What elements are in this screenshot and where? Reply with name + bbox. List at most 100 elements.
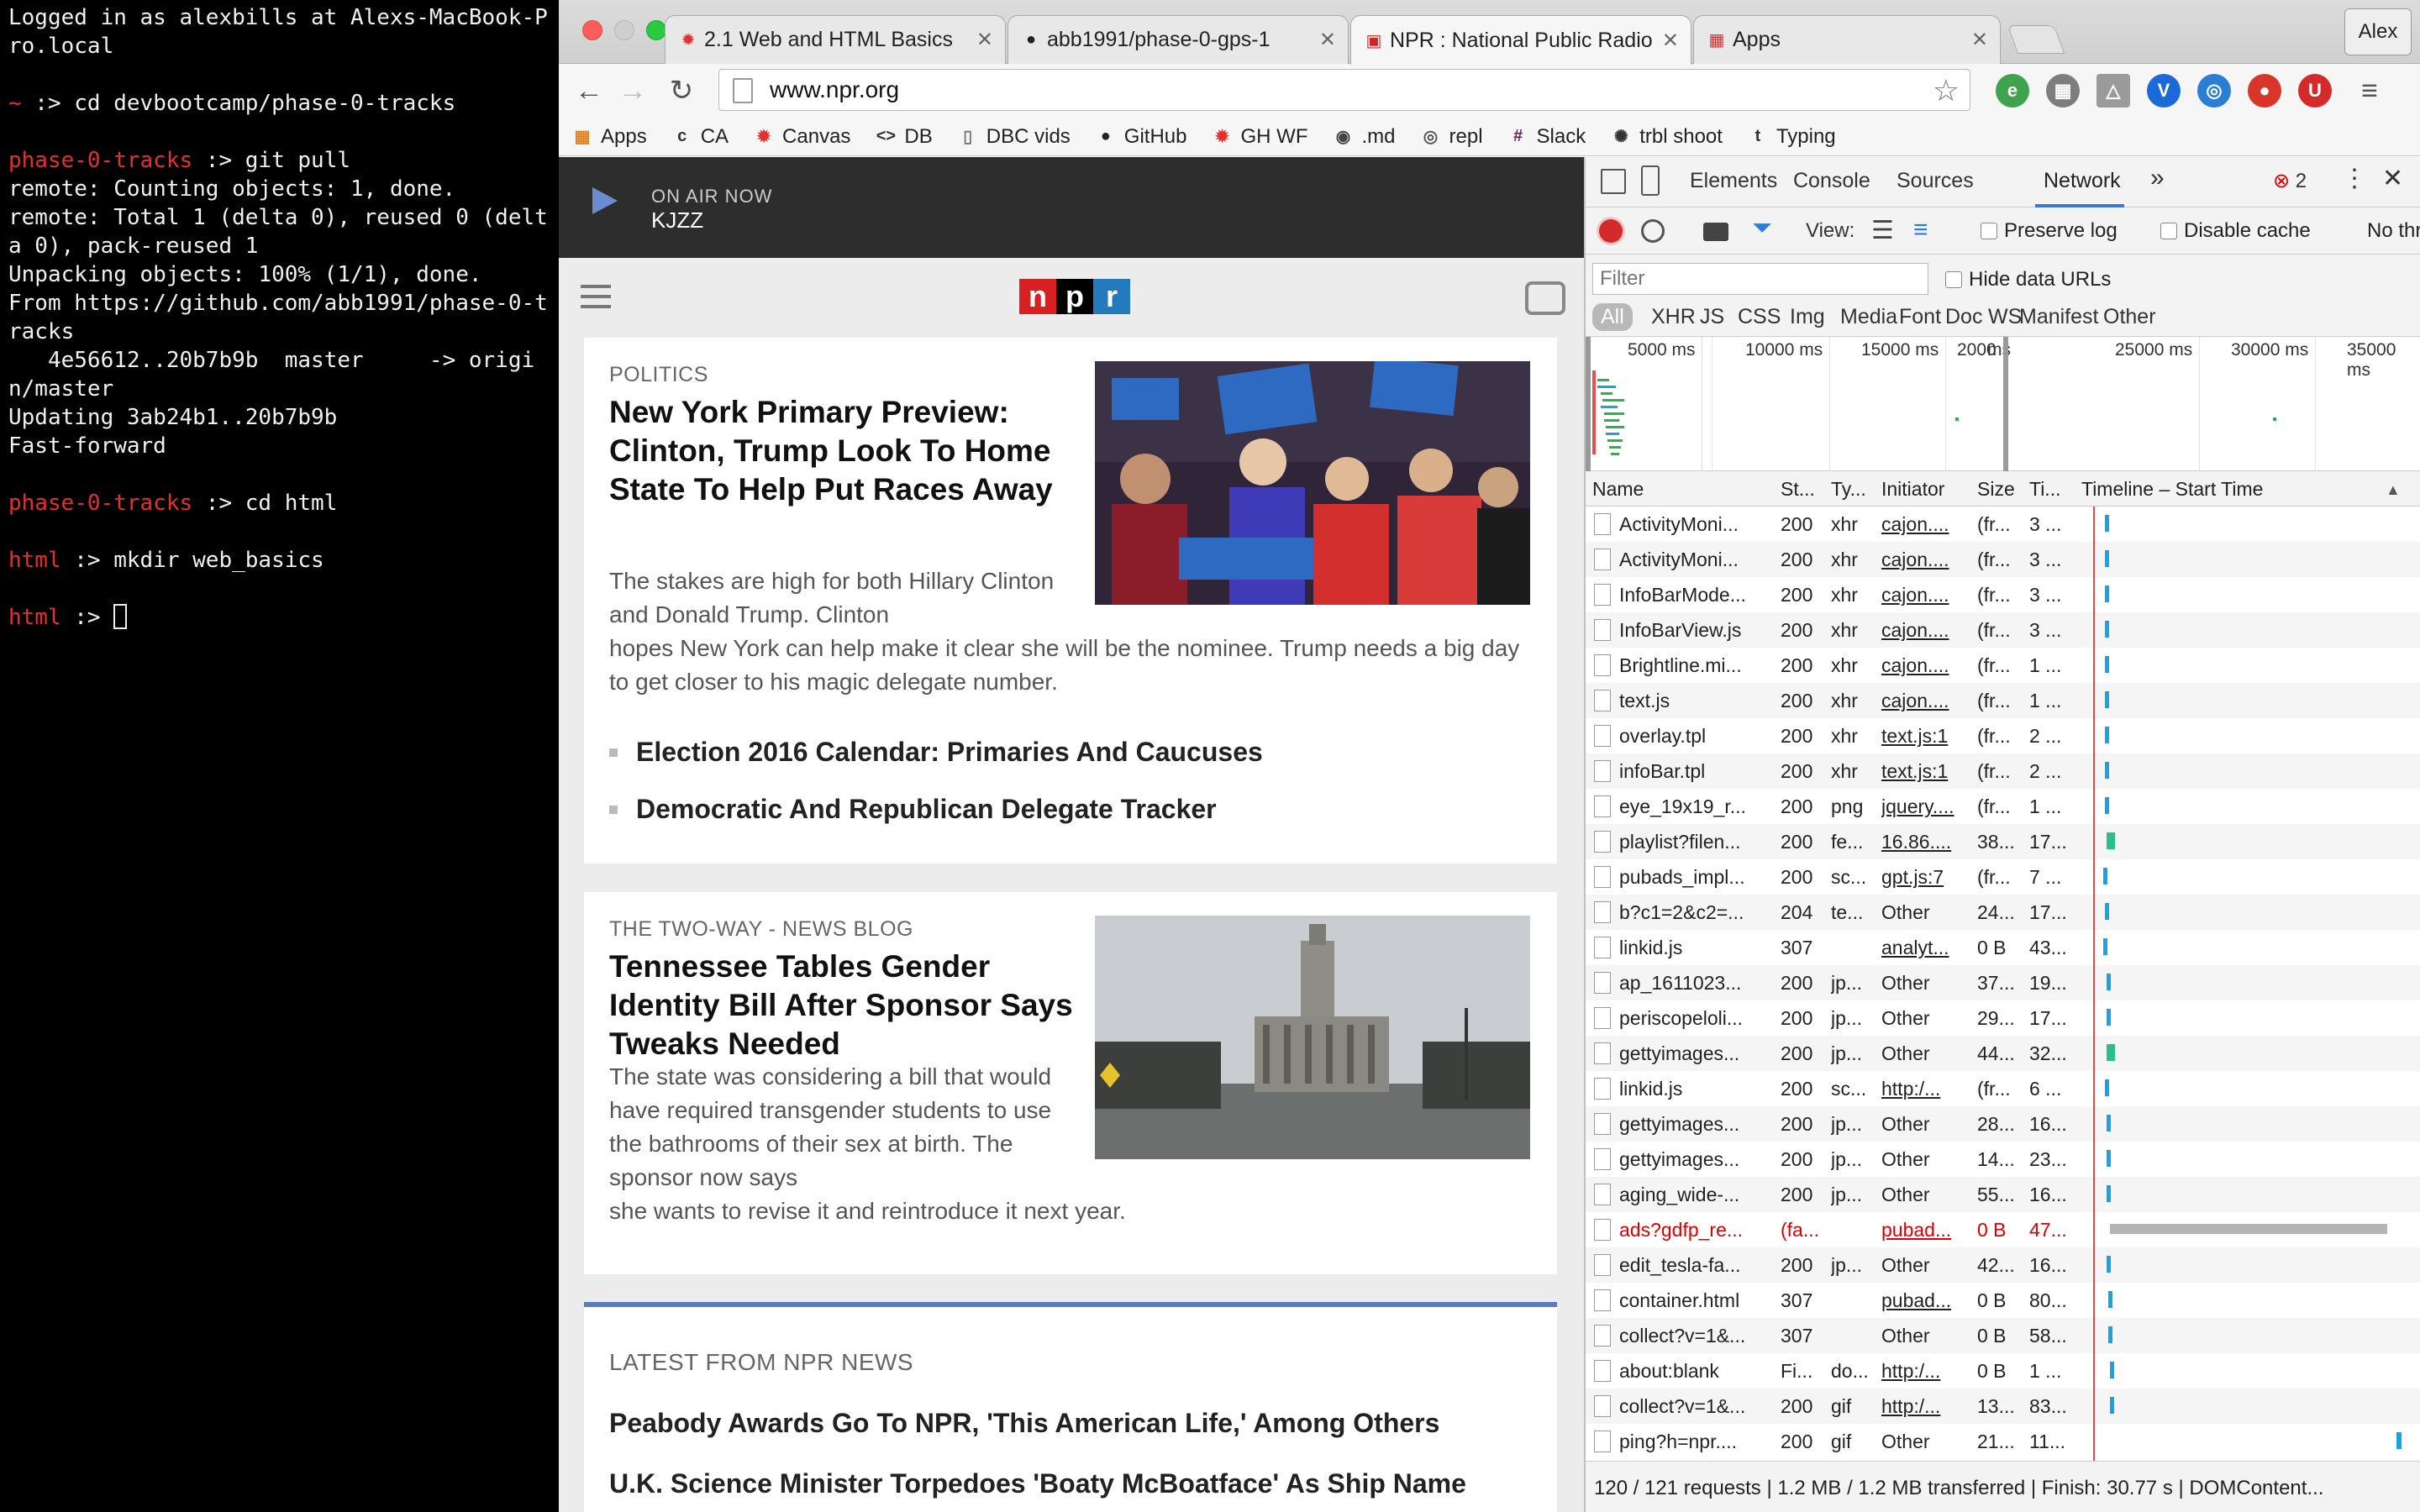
request-initiator[interactable]: text.js:1: [1881, 725, 1974, 748]
request-initiator[interactable]: Other: [1881, 1254, 1974, 1277]
bookmark-md[interactable]: ◉ .md: [1333, 125, 1396, 149]
target-extension-icon[interactable]: ◎: [2197, 74, 2231, 108]
network-request-row[interactable]: b?c1=2&c2=... 204 te... Other 24... 17...: [1586, 895, 2420, 930]
story-headline[interactable]: New York Primary Preview: Clinton, Trump…: [609, 393, 1080, 509]
type-filter-js[interactable]: JS: [1695, 303, 1729, 331]
network-request-row[interactable]: playlist?filen... 200 fe... 16.86.... 38... 1…: [1586, 824, 2420, 859]
evernote-extension-icon[interactable]: e: [1996, 74, 2029, 108]
type-filter-manifest[interactable]: Manifest: [2014, 303, 2103, 331]
request-initiator[interactable]: Other: [1881, 1431, 1974, 1453]
npr-logo[interactable]: n p r: [1019, 279, 1130, 314]
request-initiator[interactable]: Other: [1881, 972, 1974, 995]
request-initiator[interactable]: pubad...: [1881, 1219, 1974, 1242]
bookmark-star-icon[interactable]: ☆: [1933, 73, 1960, 108]
bookmark-trbl-shoot[interactable]: ✺ trbl shoot: [1611, 125, 1723, 149]
network-request-row[interactable]: overlay.tpl 200 xhr text.js:1 (fr... 2 ...: [1586, 718, 2420, 753]
network-request-list[interactable]: ActivityMoni... 200 xhr cajon.... (fr... 3 ..…: [1586, 507, 2420, 1461]
column-size[interactable]: Size: [1977, 478, 2028, 501]
network-request-row[interactable]: container.html 307 pubad... 0 B 80...: [1586, 1283, 2420, 1318]
close-window-button[interactable]: [582, 20, 602, 40]
network-request-row[interactable]: ping?h=npr.... 200 gif Other 21... 11...: [1586, 1424, 2420, 1459]
radio-icon[interactable]: [1525, 281, 1565, 315]
network-request-row[interactable]: ActivityMoni... 200 xhr cajon.... (fr... 3 ..…: [1586, 507, 2420, 542]
type-filter-all[interactable]: All: [1592, 303, 1633, 331]
network-request-row[interactable]: aging_wide-... 200 jp... Other 55... 16...: [1586, 1177, 2420, 1212]
request-initiator[interactable]: cajon....: [1881, 690, 1974, 712]
capture-screenshots-icon[interactable]: [1703, 223, 1728, 241]
throttling-select[interactable]: No thro: [2367, 219, 2420, 243]
related-link-delegate-tracker[interactable]: Democratic And Republican Delegate Track…: [609, 794, 1217, 825]
network-request-row[interactable]: collect?v=1&... 200 gif http:/... 13... 83...: [1586, 1389, 2420, 1424]
type-filter-font[interactable]: Font: [1894, 303, 1946, 331]
forward-button[interactable]: →: [614, 72, 651, 109]
network-request-row[interactable]: ActivityMoni... 200 xhr cajon.... (fr... 3 ..…: [1586, 542, 2420, 577]
network-request-row[interactable]: InfoBarView.js 200 xhr cajon.... (fr... 3 ...: [1586, 612, 2420, 648]
network-request-row[interactable]: text.js 200 xhr cajon.... (fr... 1 ...: [1586, 683, 2420, 718]
request-initiator[interactable]: gpt.js:7: [1881, 866, 1974, 889]
inspect-element-icon[interactable]: [1601, 169, 1626, 194]
network-request-row[interactable]: pubads_impl... 200 sc... gpt.js:7 (fr... 7 ..…: [1586, 859, 2420, 895]
network-request-row[interactable]: ap_1611023... 200 jp... Other 37... 19...: [1586, 965, 2420, 1000]
bookmark-typing[interactable]: t Typing: [1748, 125, 1836, 149]
bookmark-db[interactable]: <> DB: [876, 125, 933, 149]
bookmark-gh-wf[interactable]: ✹ GH WF: [1213, 125, 1307, 149]
bookmark-canvas[interactable]: ✹ Canvas: [754, 125, 851, 149]
clear-icon[interactable]: [1641, 219, 1665, 243]
request-initiator[interactable]: jquery....: [1881, 795, 1974, 818]
filter-icon[interactable]: ⏷: [1752, 214, 1772, 243]
column-status[interactable]: St...: [1781, 478, 1828, 501]
hide-data-urls-checkbox[interactable]: Hide data URLs: [1945, 268, 2111, 291]
large-rows-icon[interactable]: ☰: [1871, 216, 1894, 245]
request-initiator[interactable]: Other: [1881, 1007, 1974, 1030]
bookmark-github[interactable]: ● GitHub: [1096, 125, 1187, 149]
network-request-row[interactable]: ads?gdfp_re... (fa... pubad... 0 B 47...: [1586, 1212, 2420, 1247]
network-request-row[interactable]: periscopeloli... 200 jp... Other 29... 17...: [1586, 1000, 2420, 1036]
adblock-extension-icon[interactable]: U: [2298, 74, 2332, 108]
request-initiator[interactable]: cajon....: [1881, 549, 1974, 571]
request-initiator[interactable]: http:/...: [1881, 1395, 1974, 1418]
request-initiator[interactable]: pubad...: [1881, 1289, 1974, 1312]
request-initiator[interactable]: Other: [1881, 1148, 1974, 1171]
type-filter-media[interactable]: Media: [1835, 303, 1902, 331]
tab-4[interactable]: ▦ Apps ✕: [1693, 15, 2001, 64]
network-request-row[interactable]: InfoBarMode... 200 xhr cajon.... (fr... 3 ...: [1586, 577, 2420, 612]
request-initiator[interactable]: cajon....: [1881, 654, 1974, 677]
grid-extension-icon[interactable]: ▦: [2046, 74, 2080, 108]
bookmark-slack[interactable]: # Slack: [1508, 125, 1586, 149]
type-filter-css[interactable]: CSS: [1733, 303, 1786, 331]
network-request-row[interactable]: collect?v=1&... 307 Other 0 B 58...: [1586, 1318, 2420, 1353]
network-overview[interactable]: 5000 ms 10000 ms 15000 ms 2000 ms 25000 ms 300…: [1586, 337, 2420, 471]
tab-sources[interactable]: Sources: [1897, 169, 1974, 193]
back-button[interactable]: ←: [571, 72, 608, 109]
sort-ascending-icon[interactable]: ▲: [2386, 481, 2401, 499]
on-air-banner[interactable]: ON AIR NOW KJZZ: [559, 157, 1584, 258]
story-slug[interactable]: POLITICS: [609, 363, 708, 387]
tab-1[interactable]: ✹ 2.1 Web and HTML Basics ✕: [665, 15, 1006, 64]
more-tabs-icon[interactable]: »: [2150, 164, 2165, 192]
network-request-row[interactable]: gettyimages... 200 jp... Other 44... 32...: [1586, 1036, 2420, 1071]
close-tab-icon[interactable]: ✕: [1971, 28, 1988, 52]
drive-extension-icon[interactable]: △: [2096, 74, 2130, 108]
related-link-calendar[interactable]: Election 2016 Calendar: Primaries And Ca…: [609, 737, 1263, 768]
profile-button[interactable]: Alex: [2344, 8, 2412, 55]
network-request-row[interactable]: edit_tesla-fa... 200 jp... Other 42... 16...: [1586, 1247, 2420, 1283]
tab-3[interactable]: ▣ NPR : National Public Radio ✕: [1350, 15, 1691, 65]
filter-input[interactable]: [1592, 263, 1928, 295]
error-count-badge[interactable]: ⊗ 2: [2273, 169, 2307, 193]
network-request-row[interactable]: Brightline.mi... 200 xhr cajon.... (fr... 1 .…: [1586, 648, 2420, 683]
column-timeline[interactable]: Timeline – Start Time: [2081, 478, 2367, 501]
device-mode-icon[interactable]: [1641, 165, 1660, 196]
request-initiator[interactable]: Other: [1881, 1184, 1974, 1206]
request-initiator[interactable]: cajon....: [1881, 619, 1974, 642]
close-tab-icon[interactable]: ✕: [976, 28, 993, 52]
request-initiator[interactable]: 16.86....: [1881, 831, 1974, 853]
latest-item[interactable]: Peabody Awards Go To NPR, 'This American…: [609, 1408, 1439, 1439]
maximize-window-button[interactable]: [646, 20, 666, 40]
tab-elements[interactable]: Elements: [1690, 169, 1777, 193]
network-request-row[interactable]: about:blank Fi... do... http:/... 0 B 1 ...: [1586, 1353, 2420, 1389]
tab-network[interactable]: Network: [2044, 169, 2121, 193]
request-initiator[interactable]: Other: [1881, 901, 1974, 924]
network-request-row[interactable]: gettyimages... 200 jp... Other 28... 16...: [1586, 1106, 2420, 1142]
request-initiator[interactable]: Other: [1881, 1325, 1974, 1347]
column-type[interactable]: Ty...: [1831, 478, 1878, 501]
